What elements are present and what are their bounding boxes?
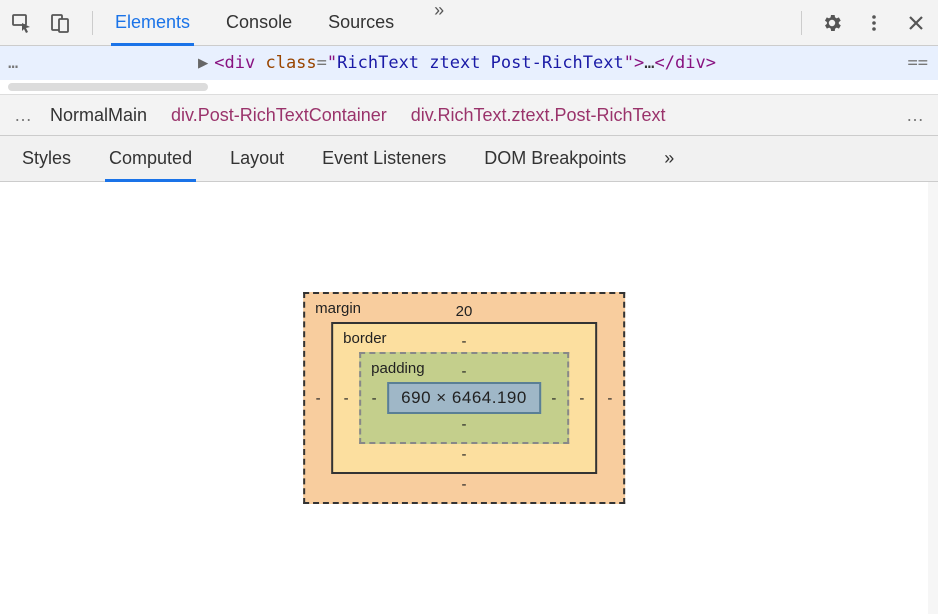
toolbar-right-icons (808, 11, 928, 35)
close-icon[interactable] (904, 11, 928, 35)
horizontal-scrollbar[interactable] (0, 80, 938, 94)
padding-left[interactable]: - (361, 390, 387, 407)
margin-right[interactable]: - (597, 390, 623, 407)
border-right[interactable]: - (569, 390, 595, 407)
padding-bottom[interactable]: - (361, 414, 567, 442)
separator (92, 11, 93, 35)
subtab-dom-breakpoints[interactable]: DOM Breakpoints (480, 136, 630, 181)
breadcrumb-more-left[interactable]: … (8, 105, 38, 126)
breadcrumb-item[interactable]: NormalMain (38, 105, 159, 126)
border-bottom[interactable]: - (333, 444, 595, 472)
margin-left[interactable]: - (305, 390, 331, 407)
dom-attr-name: class (265, 53, 316, 73)
kebab-menu-icon[interactable] (862, 11, 886, 35)
padding-right[interactable]: - (541, 390, 567, 407)
breadcrumb-more-right[interactable]: … (900, 105, 930, 126)
tab-console[interactable]: Console (222, 0, 296, 45)
breadcrumb: … NormalMain div.Post-RichTextContainer … (0, 94, 938, 136)
dom-tag: div (225, 53, 256, 73)
dom-attr-value: RichText ztext Post-RichText (337, 53, 624, 73)
device-toolbar-icon[interactable] (48, 11, 72, 35)
styles-subtabs: Styles Computed Layout Event Listeners D… (0, 136, 938, 182)
breadcrumb-item[interactable]: div.RichText.ztext.Post-RichText (399, 105, 678, 126)
subtab-event-listeners[interactable]: Event Listeners (318, 136, 450, 181)
tab-sources[interactable]: Sources (324, 0, 398, 45)
separator (801, 11, 802, 35)
box-model-margin-label: margin (315, 300, 361, 317)
expand-triangle-icon[interactable]: ▶ (198, 53, 208, 73)
breadcrumb-item[interactable]: div.Post-RichTextContainer (159, 105, 399, 126)
devtools-toolbar: Elements Console Sources » (0, 0, 938, 46)
subtab-computed[interactable]: Computed (105, 136, 196, 181)
box-model-border-label: border (343, 330, 386, 347)
subtabs-overflow[interactable]: » (660, 136, 678, 181)
subtab-layout[interactable]: Layout (226, 136, 288, 181)
truncation-left: … (8, 53, 38, 73)
margin-bottom[interactable]: - (305, 474, 623, 502)
subtab-styles[interactable]: Styles (18, 136, 75, 181)
dom-selected-line[interactable]: … ▶ <div class="RichText ztext Post-Rich… (0, 46, 938, 80)
main-tabs: Elements Console Sources » (99, 0, 795, 45)
box-model-content[interactable]: 690 × 6464.190 (387, 382, 541, 414)
scrollbar-thumb[interactable] (8, 83, 208, 91)
settings-icon[interactable] (820, 11, 844, 35)
box-model[interactable]: margin 20 - border - - padding (303, 292, 625, 504)
border-left[interactable]: - (333, 390, 359, 407)
box-model-padding-label: padding (371, 360, 424, 377)
toolbar-left-icons (10, 11, 86, 35)
tabs-overflow[interactable]: » (426, 0, 444, 45)
selected-marker: == (908, 53, 938, 73)
inspect-element-icon[interactable] (10, 11, 34, 35)
tab-elements[interactable]: Elements (111, 0, 194, 45)
computed-pane: margin 20 - border - - padding (0, 182, 938, 614)
